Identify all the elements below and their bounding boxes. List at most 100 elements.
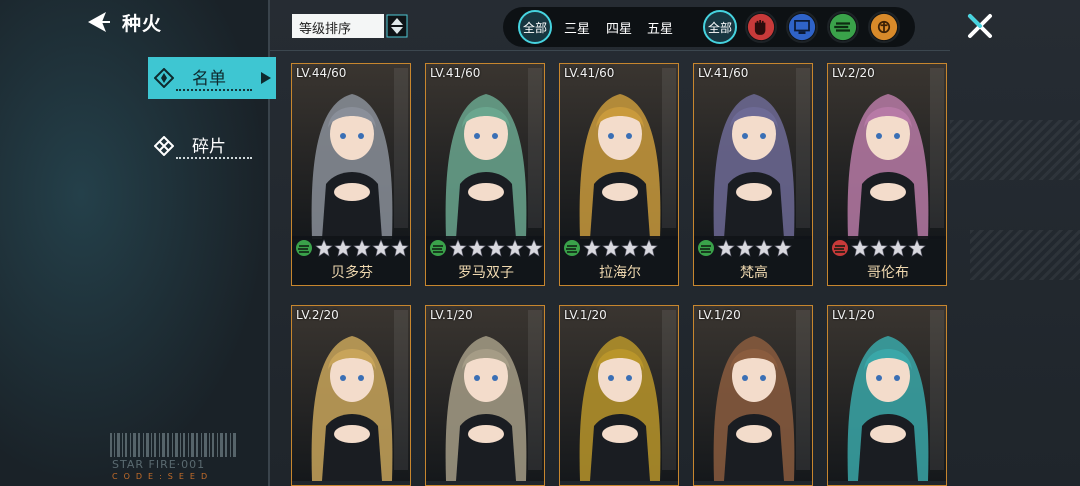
character-card[interactable]: LV.1/20 (827, 305, 947, 486)
character-level: LV.41/60 (698, 66, 749, 80)
card-watermark (930, 310, 944, 470)
star-icon (602, 239, 620, 257)
star-icon (487, 239, 505, 257)
card-watermark (394, 68, 408, 228)
card-info-strip: 贝多芬 (292, 236, 410, 285)
speed-icon[interactable] (827, 11, 859, 43)
star-icon (372, 239, 390, 257)
brand-code: CODE:SEED (112, 472, 214, 481)
character-card[interactable]: LV.41/60 梵高 (693, 63, 813, 286)
card-watermark (662, 310, 676, 470)
rarity-filter-5star[interactable]: 五星 (647, 18, 673, 37)
speed-class-icon (296, 240, 312, 256)
fragments-icon (154, 136, 174, 156)
rarity-filter-all[interactable]: 全部 (518, 10, 552, 44)
star-icon (583, 239, 601, 257)
character-level: LV.41/60 (430, 66, 481, 80)
star-icon (449, 239, 467, 257)
rarity-stars (315, 239, 409, 257)
star-icon (774, 239, 792, 257)
card-watermark (796, 310, 810, 470)
rarity-stars (717, 239, 792, 257)
back-arrow-icon[interactable] (84, 10, 112, 34)
character-card[interactable]: LV.41/60 拉海尔 (559, 63, 679, 286)
close-icon[interactable] (966, 12, 994, 40)
star-icon (334, 239, 352, 257)
star-icon (640, 239, 658, 257)
class-filter-all[interactable]: 全部 (703, 10, 737, 44)
character-card[interactable]: LV.2/20 (291, 305, 411, 486)
decor-hatch (950, 120, 1080, 180)
tab-roster-label: 名单 (192, 69, 226, 89)
star-icon (525, 239, 543, 257)
character-card[interactable]: LV.1/20 (425, 305, 545, 486)
tab-fragments[interactable]: 碎片 (148, 125, 276, 167)
header-divider (270, 50, 950, 51)
roster-icon (154, 68, 174, 88)
star-icon (621, 239, 639, 257)
fist-class-icon (832, 240, 848, 256)
barcode-decoration (110, 433, 236, 457)
character-name: 梵高 (740, 265, 768, 281)
star-icon (908, 239, 926, 257)
rarity-stars (583, 239, 658, 257)
rarity-filter-4star[interactable]: 四星 (606, 18, 632, 37)
card-watermark (930, 68, 944, 228)
card-watermark (796, 68, 810, 228)
star-icon (851, 239, 869, 257)
sort-dropdown[interactable]: 等级排序 (292, 14, 384, 38)
character-name: 贝多芬 (331, 265, 373, 281)
page-title: 种火 (122, 13, 163, 35)
tab-roster[interactable]: 名单 (148, 57, 276, 99)
filter-bar: 全部 三星 四星 五星 全部 (503, 7, 915, 47)
character-level: LV.41/60 (564, 66, 615, 80)
star-icon (353, 239, 371, 257)
card-info-strip: 哥伦布 (828, 236, 946, 285)
character-name: 罗马双子 (458, 265, 514, 281)
speed-class-icon (430, 240, 446, 256)
star-icon (889, 239, 907, 257)
card-info-strip: 罗马双子 (426, 236, 544, 285)
character-name: 拉海尔 (599, 265, 641, 281)
card-info-strip: 拉海尔 (560, 236, 678, 285)
character-level: LV.1/20 (698, 308, 741, 322)
card-watermark (528, 310, 542, 470)
character-name: 哥伦布 (867, 265, 909, 281)
card-watermark (528, 68, 542, 228)
character-level: LV.2/20 (296, 308, 339, 322)
tab-fragments-label: 碎片 (192, 137, 226, 157)
character-level: LV.1/20 (832, 308, 875, 322)
rarity-stars (851, 239, 926, 257)
brand-text: STAR FIRE·001 (112, 458, 206, 471)
card-info-strip: 梵高 (694, 236, 812, 285)
star-icon (717, 239, 735, 257)
speed-class-icon (564, 240, 580, 256)
speed-class-icon (698, 240, 714, 256)
brain-icon[interactable] (868, 11, 900, 43)
star-icon (468, 239, 486, 257)
star-icon (736, 239, 754, 257)
sort-order-toggle-icon[interactable] (386, 14, 408, 38)
tab-underline (176, 157, 252, 159)
character-level: LV.1/20 (564, 308, 607, 322)
star-icon (755, 239, 773, 257)
tech-screen-icon[interactable] (786, 11, 818, 43)
character-level: LV.2/20 (832, 66, 875, 80)
decor-hatch (970, 230, 1080, 280)
star-icon (315, 239, 333, 257)
card-watermark (662, 68, 676, 228)
character-card[interactable]: LV.44/60 贝多芬 (291, 63, 411, 286)
character-card[interactable]: LV.1/20 (693, 305, 813, 486)
fist-icon[interactable] (745, 11, 777, 43)
character-card[interactable]: LV.41/60 罗马双子 (425, 63, 545, 286)
character-level: LV.1/20 (430, 308, 473, 322)
star-icon (506, 239, 524, 257)
rarity-stars (449, 239, 543, 257)
character-level: LV.44/60 (296, 66, 347, 80)
star-icon (391, 239, 409, 257)
character-card[interactable]: LV.2/20 哥伦布 (827, 63, 947, 286)
chevron-right-icon (261, 72, 271, 84)
rarity-filter-3star[interactable]: 三星 (564, 18, 590, 37)
card-watermark (394, 310, 408, 470)
character-card[interactable]: LV.1/20 (559, 305, 679, 486)
